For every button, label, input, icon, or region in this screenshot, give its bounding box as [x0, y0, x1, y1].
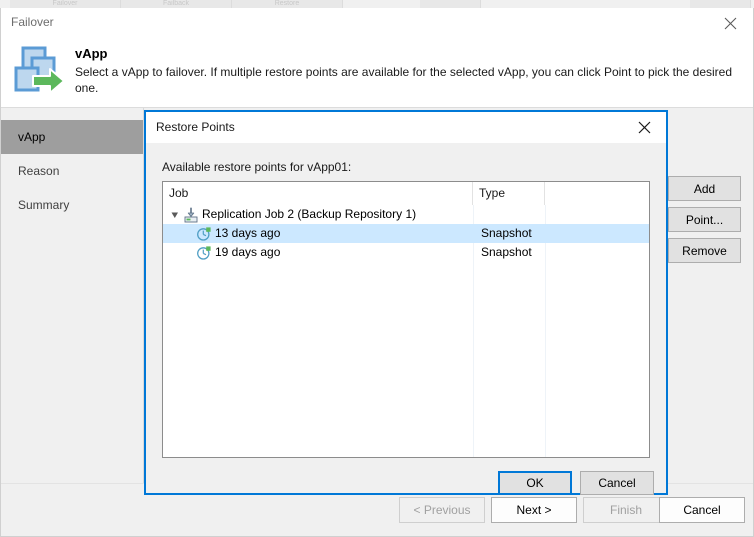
- dialog-title: Restore Points: [156, 120, 235, 134]
- cancel-button[interactable]: Cancel: [580, 471, 654, 495]
- table-row[interactable]: 13 days ago Snapshot: [163, 224, 649, 243]
- dialog-close-button[interactable]: [622, 112, 666, 142]
- window-title: Failover: [11, 15, 54, 29]
- page-description: Select a vApp to failover. If multiple r…: [75, 65, 733, 95]
- list-header: Job Type: [163, 182, 649, 206]
- vapp-failover-icon: [11, 43, 67, 99]
- next-button[interactable]: Next >: [491, 497, 577, 523]
- add-button[interactable]: Add: [668, 176, 741, 201]
- column-header-type[interactable]: Type: [473, 182, 545, 205]
- ok-button[interactable]: OK: [498, 471, 572, 495]
- sidebar-item-label: vApp: [18, 130, 46, 144]
- list-rows: Replication Job 2 (Backup Repository 1) …: [163, 205, 649, 457]
- background-app-sliver: Failover Failback Restore: [0, 0, 754, 8]
- column-header-extra[interactable]: [545, 182, 649, 205]
- cancel-button[interactable]: Cancel: [659, 497, 745, 523]
- dialog-body: Available restore points for vApp01: Job…: [146, 143, 666, 495]
- remove-button[interactable]: Remove: [668, 238, 741, 263]
- chevron-down-icon[interactable]: [171, 211, 179, 219]
- restore-points-list[interactable]: Job Type Replication Job 2 (Backup Repos…: [162, 181, 650, 458]
- previous-button[interactable]: < Previous: [399, 497, 485, 523]
- wizard-header-text: vApp Select a vApp to failover. If multi…: [75, 46, 737, 96]
- background-tab: Failback: [121, 0, 232, 8]
- background-tab: Restore: [232, 0, 343, 8]
- sidebar-item-label: Summary: [18, 198, 70, 212]
- page-title: vApp: [75, 46, 108, 61]
- point-button[interactable]: Point...: [668, 207, 741, 232]
- background-tab: [690, 0, 751, 8]
- wizard-header: vApp Select a vApp to failover. If multi…: [1, 39, 753, 108]
- background-tab: [420, 0, 481, 8]
- background-tab: Failover: [10, 0, 121, 8]
- sidebar-item-summary[interactable]: Summary: [1, 188, 143, 222]
- close-window-button[interactable]: [707, 8, 753, 39]
- column-header-job[interactable]: Job: [163, 182, 473, 205]
- restore-points-dialog: Restore Points Available restore points …: [144, 110, 668, 495]
- table-row[interactable]: 19 days ago Snapshot: [163, 243, 649, 262]
- row-job-name: Replication Job 2 (Backup Repository 1): [202, 207, 417, 221]
- wizard-steps: vApp Reason Summary: [1, 108, 144, 536]
- row-job-name: 19 days ago: [215, 245, 281, 259]
- close-icon: [638, 121, 650, 133]
- sidebar-item-label: Reason: [18, 164, 60, 178]
- row-type: Snapshot: [481, 226, 532, 240]
- close-icon: [724, 17, 736, 30]
- row-job-name: 13 days ago: [215, 226, 281, 240]
- replication-job-icon: [184, 207, 198, 223]
- sidebar-item-vapp[interactable]: vApp: [1, 120, 143, 154]
- wizard-title-bar: Failover: [1, 8, 753, 39]
- vapp-list-actions: Add Point... Remove: [668, 176, 741, 269]
- dialog-title-bar: Restore Points: [146, 112, 666, 143]
- finish-button[interactable]: Finish: [583, 497, 669, 523]
- table-row[interactable]: Replication Job 2 (Backup Repository 1): [163, 205, 649, 224]
- restore-point-clock-icon: [197, 227, 211, 241]
- restore-points-label: Available restore points for vApp01:: [162, 160, 352, 174]
- row-type: Snapshot: [481, 245, 532, 259]
- restore-point-clock-icon: [197, 246, 211, 260]
- sidebar-item-reason[interactable]: Reason: [1, 154, 143, 188]
